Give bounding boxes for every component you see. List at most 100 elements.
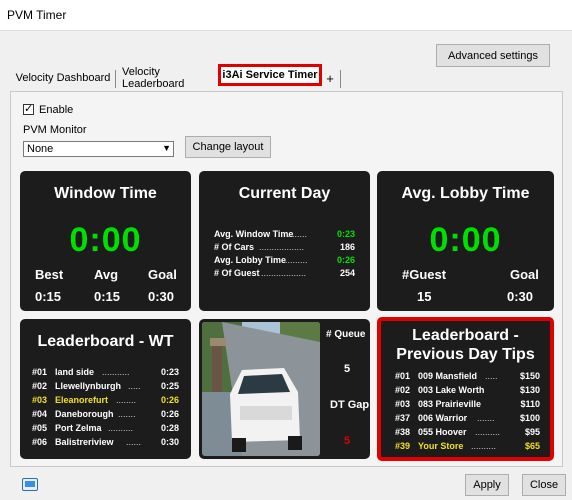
dot-leader: .......... <box>471 441 497 451</box>
store-name: 055 Hoover <box>418 427 467 437</box>
rank: #37 <box>395 413 411 423</box>
goal-value: 0:30 <box>148 289 175 304</box>
rank: #02 <box>395 385 411 395</box>
dot-leader: .......... <box>108 423 134 433</box>
store-name: 006 Warrior <box>418 413 468 423</box>
dot-leader: ........ <box>116 395 137 405</box>
store-name: Eleanorefurt <box>55 395 109 405</box>
guest-value: 15 <box>417 289 432 304</box>
store-name: Daneborough <box>55 409 114 419</box>
lobby-time-value: 0:00 <box>429 221 502 259</box>
tab-velocity-leaderboard[interactable]: Velocity Leaderboard <box>122 66 222 90</box>
tab-add[interactable]: + <box>324 68 336 88</box>
store-name: land side <box>55 367 95 377</box>
store-name: 009 Mansfield <box>418 371 478 381</box>
tab-i3ai-service-timer[interactable]: i3Ai Service Timer <box>218 64 322 86</box>
rank: #01 <box>395 371 411 381</box>
row-value: $110 <box>520 399 540 409</box>
pvm-monitor-select[interactable]: None ▼ <box>23 141 174 157</box>
queue-label: # Queue <box>326 329 366 340</box>
row-value: 0:26 <box>336 255 355 265</box>
enable-checkbox[interactable]: ✓ <box>23 103 34 115</box>
lobby-goal-value: 0:30 <box>507 289 534 304</box>
row-value: $130 <box>519 385 540 395</box>
dot-leader: ....... <box>477 413 495 423</box>
avg-label: Avg <box>94 267 119 282</box>
best-value: 0:15 <box>35 289 62 304</box>
leaderboard-wt-tile: Leaderboard - WT #01 land side .........… <box>20 319 191 459</box>
monitor-icon[interactable] <box>22 478 38 491</box>
rank: #38 <box>395 427 411 437</box>
rank: #06 <box>32 437 48 447</box>
row-value: 0:26 <box>160 409 179 419</box>
dot-leader: ........... <box>102 367 130 377</box>
window-time-value: 0:00 <box>69 221 142 259</box>
store-name: Llewellynburgh <box>55 381 122 391</box>
rank: #03 <box>395 399 411 409</box>
row-value: 254 <box>339 268 355 278</box>
chevron-down-icon: ▼ <box>162 143 171 153</box>
monitor-screen-icon <box>25 481 35 487</box>
row-label: # Of Guest <box>214 268 260 278</box>
pvm-monitor-value: None <box>27 143 54 155</box>
leaderboard-tips-tile: Leaderboard - Previous Day Tips #01 009 … <box>377 317 554 461</box>
store-name: Balistreriview <box>55 437 114 447</box>
lobby-time-title: Avg. Lobby Time <box>401 185 530 202</box>
row-label: Avg. Lobby Time <box>214 255 287 265</box>
rank: #03 <box>32 395 48 405</box>
dot-leader: .......... <box>475 427 501 437</box>
row-value: 0:28 <box>160 423 179 433</box>
row-value: $100 <box>519 413 540 423</box>
rank: #02 <box>32 381 48 391</box>
current-day-title: Current Day <box>238 185 331 202</box>
rank: #01 <box>32 367 48 377</box>
row-value: 0:25 <box>160 381 179 391</box>
check-icon: ✓ <box>24 103 34 115</box>
avg-value: 0:15 <box>94 289 121 304</box>
lobby-time-tile: Avg. Lobby Time 0:00 #Guest Goal 15 0:30 <box>377 171 554 311</box>
store-name: Your Store <box>418 441 464 451</box>
camera-feed-image <box>202 322 320 456</box>
pvm-monitor-label: PVM Monitor <box>23 124 87 136</box>
close-button[interactable]: Close <box>522 474 566 496</box>
row-label: # Of Cars <box>214 242 255 252</box>
dot-leader: ...... <box>126 437 142 447</box>
dt-gap-value: 5 <box>344 435 351 447</box>
dot-leader: ..... <box>485 371 498 381</box>
row-value: $65 <box>524 441 540 451</box>
row-value: 0:23 <box>160 367 179 377</box>
row-value: 186 <box>339 242 355 252</box>
store-name: Port Zelma <box>55 423 102 433</box>
row-value: 0:23 <box>336 229 355 239</box>
store-name: 003 Lake Worth <box>418 385 485 395</box>
window-title: PVM Timer <box>7 8 67 22</box>
row-label: Avg. Window Time <box>214 229 294 239</box>
footer-bar: Apply Close <box>0 470 572 500</box>
goal-label: Goal <box>148 267 177 282</box>
dot-leader: .................. <box>259 242 305 252</box>
window-time-title: Window Time <box>54 185 157 202</box>
rank: #39 <box>395 441 411 451</box>
guest-label: #Guest <box>402 267 447 282</box>
tab-velocity-dashboard[interactable]: Velocity Dashboard <box>12 68 114 88</box>
rank: #05 <box>32 423 48 433</box>
apply-button[interactable]: Apply <box>465 474 509 496</box>
current-day-tile: Current Day Avg. Window Time ........ 0:… <box>199 171 370 311</box>
dt-gap-label: DT Gap <box>330 399 370 411</box>
tab-separator <box>115 70 116 88</box>
dot-leader: ........ <box>287 229 308 239</box>
dot-leader: ..... <box>128 381 141 391</box>
dot-leader: ....... <box>118 409 136 419</box>
change-layout-button[interactable]: Change layout <box>185 136 271 158</box>
rank: #04 <box>32 409 48 419</box>
tab-separator <box>340 70 341 88</box>
dot-leader: .................. <box>261 268 307 278</box>
dot-leader: ......... <box>285 255 308 265</box>
queue-value: 5 <box>344 363 351 375</box>
title-bar: PVM Timer <box>0 0 572 31</box>
leaderboard-tips-title-line2: Previous Day Tips <box>396 346 535 363</box>
advanced-settings-button[interactable]: Advanced settings <box>436 44 550 67</box>
row-value: 0:26 <box>160 395 179 405</box>
camera-tile: # Queue 5 DT Gap 5 <box>199 319 370 459</box>
enable-label: Enable <box>39 104 74 116</box>
